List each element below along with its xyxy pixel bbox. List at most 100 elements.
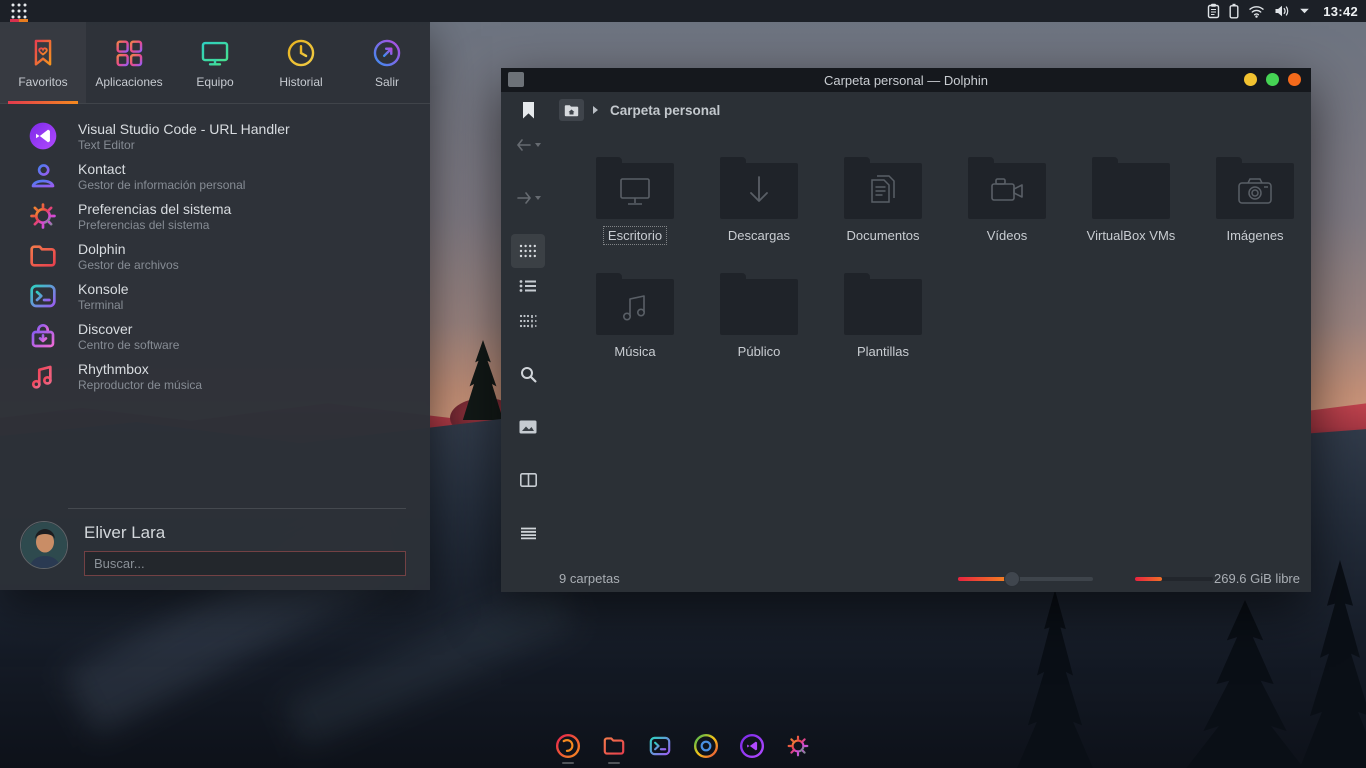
battery-icon[interactable]	[1229, 3, 1239, 19]
location-toolbar: Carpeta personal	[501, 92, 1311, 128]
gear-icon	[26, 199, 60, 233]
folder-publico[interactable]: Público	[697, 271, 821, 361]
menu-item-subtitle: Terminal	[78, 298, 129, 312]
image-preview-icon	[519, 420, 537, 434]
active-task-indicator	[10, 19, 28, 22]
person-icon	[26, 159, 60, 193]
folder-label: Música	[609, 342, 660, 361]
caret-down-icon[interactable]	[1299, 7, 1310, 15]
bookmark-icon[interactable]	[523, 102, 534, 119]
system-tray: 13:42	[1207, 3, 1358, 19]
zoom-slider-handle[interactable]	[1004, 571, 1020, 587]
clipboard-icon[interactable]	[1207, 3, 1220, 19]
dock-settings[interactable]	[785, 733, 811, 764]
folder-label: Imágenes	[1221, 226, 1288, 245]
back-button[interactable]	[511, 128, 545, 162]
home-folder-icon	[564, 104, 579, 117]
search-input[interactable]	[84, 551, 406, 576]
dolphin-window: Carpeta personal — Dolphin Carpeta perso…	[501, 68, 1311, 592]
launcher-tabs: Favoritos Aplicaciones	[0, 22, 430, 104]
clock[interactable]: 13:42	[1323, 4, 1358, 19]
forward-button[interactable]	[511, 181, 545, 215]
menu-item-title: Preferencias del sistema	[78, 201, 231, 218]
menu-item-kontact[interactable]: Kontact Gestor de información personal	[0, 156, 430, 196]
search-button[interactable]	[511, 357, 545, 391]
menu-item-subtitle: Preferencias del sistema	[78, 218, 231, 232]
folder-imagenes[interactable]: Imágenes	[1193, 155, 1317, 245]
folder-documentos[interactable]: Documentos	[821, 155, 945, 245]
application-launcher-menu: Favoritos Aplicaciones	[0, 22, 430, 590]
menu-item-discover[interactable]: Discover Centro de software	[0, 316, 430, 356]
folder-virtualbox-vms[interactable]: VirtualBox VMs	[1069, 155, 1193, 245]
music-note-icon	[26, 359, 60, 393]
terminal-icon	[647, 733, 673, 759]
avatar[interactable]	[20, 521, 68, 569]
clock-icon	[284, 36, 318, 70]
menu-button[interactable]	[511, 516, 545, 550]
menu-item-rhythmbox[interactable]: Rhythmbox Reproductor de música	[0, 356, 430, 396]
divider	[68, 508, 406, 509]
folder-descargas[interactable]: Descargas	[697, 155, 821, 245]
network-icon[interactable]	[1248, 4, 1265, 18]
home-button[interactable]	[559, 99, 584, 121]
breadcrumb-location[interactable]: Carpeta personal	[610, 103, 720, 118]
compact-view-button[interactable]	[511, 304, 545, 338]
titlebar[interactable]: Carpeta personal — Dolphin	[501, 68, 1311, 92]
volume-icon[interactable]	[1274, 4, 1290, 18]
folder-videos[interactable]: Vídeos	[945, 155, 1069, 245]
zoom-slider[interactable]	[958, 577, 1093, 581]
tab-favoritos[interactable]: Favoritos	[0, 22, 86, 103]
folder-label: Descargas	[723, 226, 795, 245]
menu-item-title: Visual Studio Code - URL Handler	[78, 121, 290, 138]
menu-item-dolphin[interactable]: Dolphin Gestor de archivos	[0, 236, 430, 276]
split-view-button[interactable]	[511, 463, 545, 497]
dock-vscode[interactable]	[739, 733, 765, 764]
tab-historial[interactable]: Historial	[258, 22, 344, 103]
menu-item-vscode[interactable]: Visual Studio Code - URL Handler Text Ed…	[0, 116, 430, 156]
list-view-icon	[519, 279, 537, 293]
menu-item-konsole[interactable]: Konsole Terminal	[0, 276, 430, 316]
vscode-icon	[26, 119, 60, 153]
folder-label: Plantillas	[852, 342, 914, 361]
running-indicator	[608, 762, 620, 764]
menu-item-preferencias[interactable]: Preferencias del sistema Preferencias de…	[0, 196, 430, 236]
icons-view-button[interactable]	[511, 234, 545, 268]
tab-label: Favoritos	[18, 75, 67, 89]
tab-salir[interactable]: Salir	[344, 22, 430, 103]
menu-item-title: Dolphin	[78, 241, 179, 258]
menu-item-subtitle: Centro de software	[78, 338, 179, 352]
dock-firefox[interactable]	[555, 733, 581, 764]
desktop: 13:42 Favoritos	[0, 0, 1366, 768]
folder-grid: Escritorio Descargas Documentos Vídeos V…	[573, 155, 1321, 387]
software-bag-icon	[26, 319, 60, 353]
dock-chrome[interactable]	[693, 733, 719, 764]
app-launcher-button[interactable]	[8, 0, 30, 22]
window-title: Carpeta personal — Dolphin	[501, 73, 1311, 88]
running-indicator	[792, 762, 804, 764]
icons-view-icon	[519, 244, 537, 258]
grid-dots-icon	[10, 2, 28, 20]
running-indicator	[746, 762, 758, 764]
close-button[interactable]	[1288, 73, 1301, 86]
menu-item-title: Konsole	[78, 281, 129, 298]
folder-escritorio[interactable]: Escritorio	[573, 155, 697, 245]
tab-label: Salir	[375, 75, 399, 89]
top-panel: 13:42	[0, 0, 1366, 22]
tab-label: Aplicaciones	[95, 75, 162, 89]
exit-icon	[370, 36, 404, 70]
folder-plantillas[interactable]: Plantillas	[821, 271, 945, 361]
minimize-button[interactable]	[1244, 73, 1257, 86]
folder-musica[interactable]: Música	[573, 271, 697, 361]
statusbar: 9 carpetas 269.6 GiB libre	[555, 565, 1311, 592]
tab-aplicaciones[interactable]: Aplicaciones	[86, 22, 172, 103]
terminal-icon	[26, 279, 60, 313]
tab-label: Equipo	[196, 75, 233, 89]
menu-item-subtitle: Text Editor	[78, 138, 290, 152]
dock-konsole[interactable]	[647, 733, 673, 764]
tab-equipo[interactable]: Equipo	[172, 22, 258, 103]
maximize-button[interactable]	[1266, 73, 1279, 86]
preview-button[interactable]	[511, 410, 545, 444]
dock-files[interactable]	[601, 733, 627, 764]
list-view-button[interactable]	[511, 269, 545, 303]
menu-item-title: Discover	[78, 321, 179, 338]
